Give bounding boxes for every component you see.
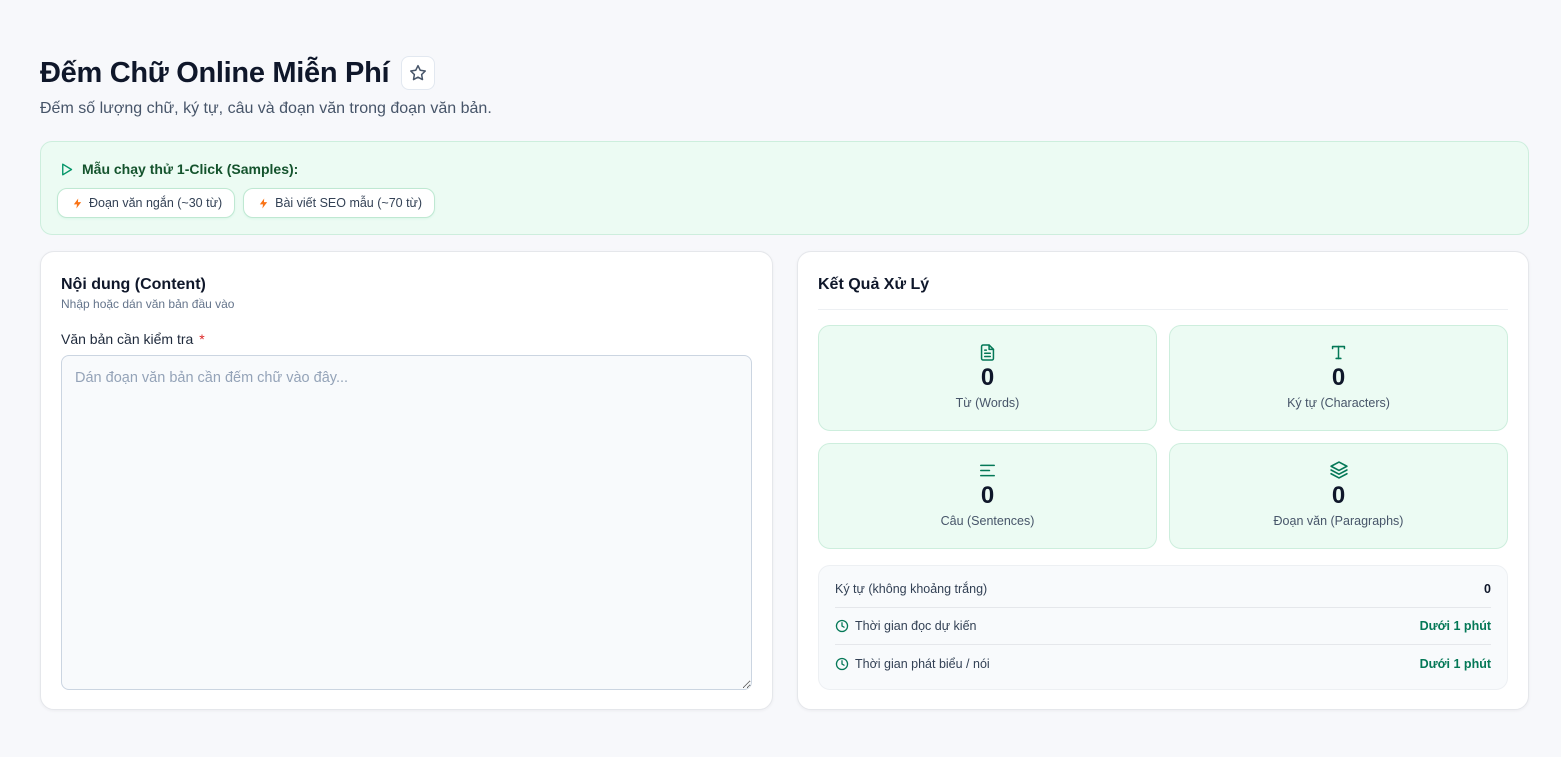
detail-row-speaking-time: Thời gian phát biểu / nói Dưới 1 phút — [835, 645, 1491, 682]
bolt-icon — [259, 197, 268, 209]
samples-header: Mẫu chạy thử 1-Click (Samples): — [59, 160, 298, 178]
text-field-label-text: Văn bản cần kiểm tra — [61, 331, 194, 347]
sample-chip-seo-article[interactable]: Bài viết SEO mẫu (~70 từ) — [243, 188, 436, 218]
clock-icon — [835, 657, 849, 670]
document-icon — [980, 343, 995, 361]
sample-chips: Đoạn văn ngắn (~30 từ) Bài viết SEO mẫu … — [57, 188, 436, 218]
results-divider — [818, 309, 1508, 310]
stat-label: Câu (Sentences) — [940, 514, 1035, 528]
clock-icon — [835, 619, 849, 633]
star-icon — [410, 64, 427, 81]
page-subtitle: Đếm số lượng chữ, ký tự, câu và đoạn văn… — [40, 100, 492, 117]
required-mark: * — [199, 331, 205, 347]
stat-label: Đoạn văn (Paragraphs) — [1273, 514, 1404, 528]
input-card-title: Nội dung (Content) — [61, 276, 206, 293]
samples-title: Mẫu chạy thử 1-Click (Samples): — [82, 161, 299, 177]
play-icon — [62, 163, 73, 175]
samples-panel: Mẫu chạy thử 1-Click (Samples): Đoạn văn… — [40, 141, 1529, 235]
detail-value: Dưới 1 phút — [1419, 619, 1491, 633]
type-icon — [1331, 345, 1346, 359]
text-lines-icon — [980, 464, 995, 476]
stat-value: 0 — [1331, 364, 1346, 391]
stat-card-words: 0 Từ (Words) — [818, 325, 1157, 431]
page-title: Đếm Chữ Online Miễn Phí — [40, 57, 390, 89]
bolt-icon — [73, 197, 82, 209]
detail-label: Thời gian đọc dự kiến — [855, 619, 977, 633]
stat-card-sentences: 0 Câu (Sentences) — [818, 443, 1157, 549]
results-card: Kết Quả Xử Lý 0 Từ (Words) 0 Ký tự (Char… — [797, 251, 1529, 710]
detail-row-reading-time: Thời gian đọc dự kiến Dưới 1 phút — [835, 608, 1491, 645]
stat-label: Từ (Words) — [955, 396, 1020, 410]
input-card-subtitle: Nhập hoặc dán văn bản đầu vào — [61, 297, 235, 311]
detail-row-chars-no-spaces: Ký tự (không khoảng trắng) 0 — [835, 571, 1491, 608]
text-field-label: Văn bản cần kiểm tra * — [61, 330, 205, 348]
detail-value: 0 — [1484, 582, 1491, 596]
stat-value: 0 — [980, 364, 995, 391]
sample-chip-short-paragraph[interactable]: Đoạn văn ngắn (~30 từ) — [57, 188, 236, 218]
input-card: Nội dung (Content) Nhập hoặc dán văn bản… — [40, 251, 773, 710]
stat-card-characters: 0 Ký tự (Characters) — [1169, 325, 1508, 431]
stat-value: 0 — [1331, 482, 1346, 509]
detail-value: Dưới 1 phút — [1419, 656, 1491, 671]
layers-icon — [1329, 461, 1348, 479]
chip-label: Bài viết SEO mẫu (~70 từ) — [275, 196, 423, 210]
favorite-button[interactable] — [401, 56, 436, 90]
detail-label: Thời gian phát biểu / nói — [855, 656, 990, 671]
stat-value: 0 — [980, 482, 995, 509]
details-list: Ký tự (không khoảng trắng) 0 Thời gian đ… — [818, 565, 1508, 690]
chip-label: Đoạn văn ngắn (~30 từ) — [89, 196, 223, 210]
stat-card-paragraphs: 0 Đoạn văn (Paragraphs) — [1169, 443, 1508, 549]
results-title: Kết Quả Xử Lý — [818, 276, 930, 293]
text-input[interactable] — [61, 355, 752, 690]
title-row: Đếm Chữ Online Miễn Phí — [40, 56, 436, 90]
stat-label: Ký tự (Characters) — [1287, 396, 1390, 410]
detail-label: Ký tự (không khoảng trắng) — [835, 582, 988, 596]
